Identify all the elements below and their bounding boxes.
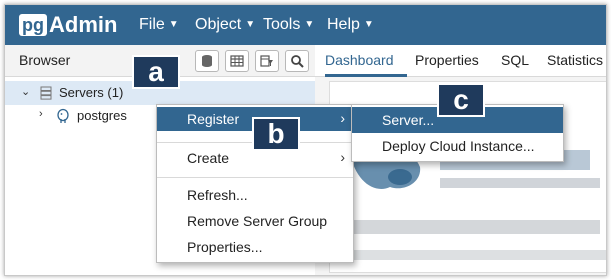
menu-object[interactable]: Object ▼ <box>195 5 255 45</box>
menu-item-create-label: Create <box>187 150 230 166</box>
menu-item-remove-server-group[interactable]: Remove Server Group <box>157 209 353 233</box>
chevron-down-icon: ▼ <box>168 19 179 30</box>
tab-sql[interactable]: SQL <box>501 52 529 68</box>
table-icon <box>230 55 244 67</box>
menu-item-remove-server-group-label: Remove Server Group <box>187 213 328 229</box>
chevron-down-icon: ▼ <box>304 19 315 30</box>
menu-item-properties-label: Properties... <box>187 239 263 255</box>
menu-item-refresh-label: Refresh... <box>187 187 248 203</box>
pgadmin-logo: pg Admin <box>19 12 118 37</box>
menu-item-refresh[interactable]: Refresh... <box>157 183 353 207</box>
pgadmin-window: pg Admin File ▼ Object ▼ Tools ▼ Help ▼ Brow… <box>4 4 607 276</box>
chevron-down-icon[interactable]: ⌄ <box>21 85 30 98</box>
filter-rows-button[interactable] <box>255 50 279 72</box>
logo-pg: pg <box>19 14 47 36</box>
menu-file[interactable]: File ▼ <box>139 5 179 45</box>
logo-admin: Admin <box>49 12 118 37</box>
chevron-down-icon: ▼ <box>245 19 256 30</box>
chevron-right-icon: › <box>340 110 345 126</box>
menu-help[interactable]: Help ▼ <box>327 5 374 45</box>
menu-help-label: Help <box>327 16 360 33</box>
database-icon <box>202 55 212 67</box>
tree-node-servers-label: Servers (1) <box>59 85 124 100</box>
tab-properties[interactable]: Properties <box>415 52 479 68</box>
tab-statistics[interactable]: Statistics <box>547 52 603 68</box>
tree-node-postgres-label: postgres <box>77 108 127 123</box>
filter-table-icon <box>260 55 273 67</box>
tab-dashboard[interactable]: Dashboard <box>325 52 394 68</box>
main-tabs: Dashboard Properties SQL Statistics <box>315 45 606 77</box>
menu-object-label: Object <box>195 16 242 33</box>
menu-divider <box>157 177 353 178</box>
callout-badge-c: c <box>437 83 485 117</box>
menu-item-register-label: Register <box>187 111 240 127</box>
menu-tools-label: Tools <box>263 16 301 33</box>
view-data-button[interactable] <box>225 50 249 72</box>
menu-item-deploy-cloud-instance[interactable]: Deploy Cloud Instance... <box>352 133 563 159</box>
callout-badge-b: b <box>252 117 300 151</box>
chevron-down-icon: ▼ <box>363 19 374 30</box>
menu-file-label: File <box>139 16 165 33</box>
menu-item-register-server-label: Server... <box>382 112 435 128</box>
server-group-icon <box>40 86 52 100</box>
menu-item-properties[interactable]: Properties... <box>157 235 353 259</box>
search-icon <box>291 55 304 68</box>
callout-badge-a: a <box>132 55 180 89</box>
menu-item-deploy-cloud-instance-label: Deploy Cloud Instance... <box>382 138 535 154</box>
search-button[interactable] <box>285 50 309 72</box>
menubar: pg Admin File ▼ Object ▼ Tools ▼ Help ▼ <box>5 5 606 45</box>
browser-title: Browser <box>19 52 71 68</box>
menu-tools[interactable]: Tools ▼ <box>263 5 314 45</box>
chevron-right-icon[interactable]: › <box>39 108 43 120</box>
chevron-right-icon: › <box>340 149 345 165</box>
postgres-elephant-icon <box>57 108 69 123</box>
query-tool-button[interactable] <box>195 50 219 72</box>
